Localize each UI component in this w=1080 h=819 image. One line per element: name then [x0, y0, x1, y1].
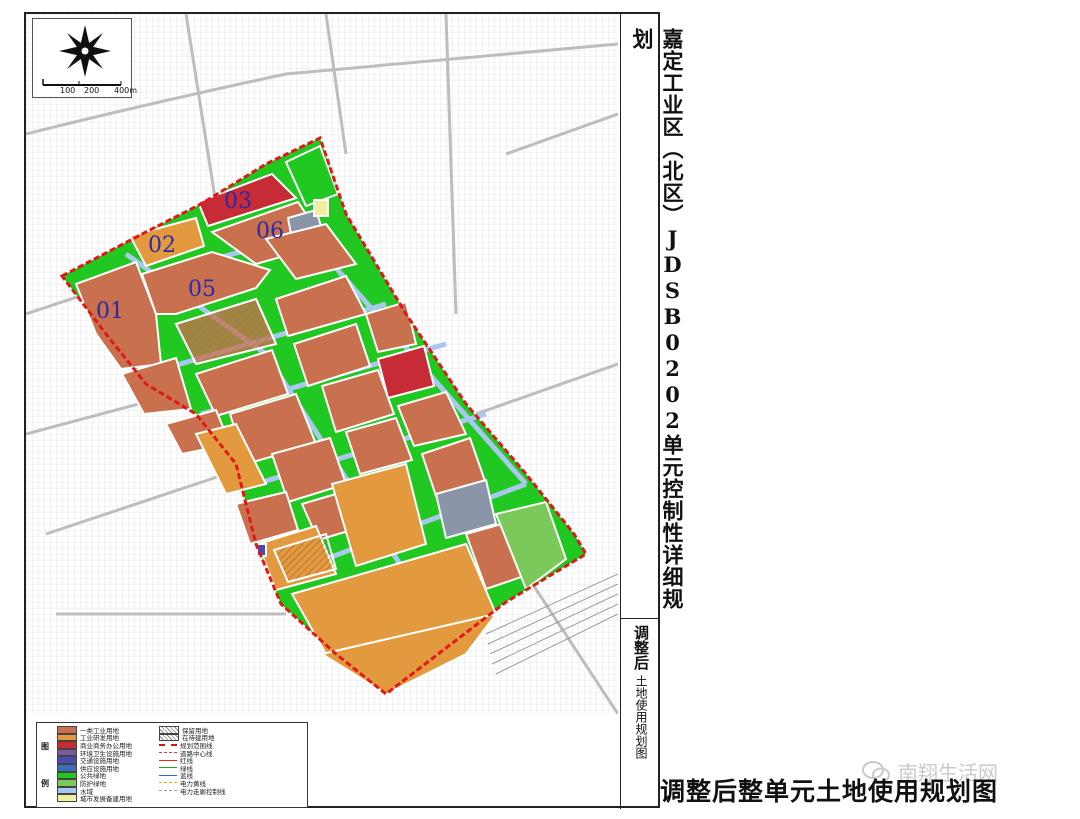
legend-left-column: 一类工业用地 工业研发用地 商业商务办公用地 环境卫生设施用地 交通设施用地 供应设施用地…	[57, 726, 132, 804]
legend: 图 例 一类工业用地 工业研发用地 商业商务办公用地 环境卫生设施用地 交通设施用地 供应…	[36, 722, 308, 808]
legend-swatch	[159, 782, 177, 784]
legend-swatch	[159, 726, 179, 734]
legend-swatch	[57, 726, 77, 734]
legend-swatch	[57, 756, 77, 764]
land-use-map: 01 02 03 05 06	[26, 14, 618, 714]
side-subtitle-sub: 土地使用规划图	[634, 675, 648, 759]
legend-swatch	[57, 779, 77, 787]
legend-title-bottom: 例	[41, 779, 49, 788]
legend-item: 城市发展备建用地	[57, 794, 132, 804]
legend-swatch	[57, 764, 77, 772]
legend-title-top: 图	[41, 742, 49, 751]
legend-swatch	[159, 733, 179, 742]
parcel-label-02: 02	[148, 233, 176, 258]
legend-swatch	[57, 733, 77, 742]
legend-swatch	[57, 771, 77, 780]
side-title-panel: 嘉定工业区（北区）JDSB0202单元控制性详细规划	[620, 14, 685, 618]
scale-label-100: 100	[60, 86, 76, 95]
side-title: 嘉定工业区（北区）JDSB0202单元控制性详细规划	[630, 28, 685, 610]
legend-item: 电力走廊控制线	[159, 787, 226, 796]
legend-swatch	[159, 752, 177, 754]
side-subtitle-panel: 调整后 土地使用规划图	[620, 618, 659, 809]
legend-swatch	[57, 741, 77, 749]
bottom-caption: 调整后整单元土地使用规划图	[660, 777, 999, 806]
legend-swatch	[159, 774, 177, 776]
parcel-label-05: 05	[188, 277, 216, 302]
legend-swatch	[159, 743, 177, 746]
legend-swatch	[159, 767, 177, 769]
side-subtitle-main: 调整后	[632, 625, 650, 670]
legend-label: 城市发展备建用地	[80, 795, 132, 804]
legend-right-column: 保留用地 在待建用地 规划范围线 道路中心线 红线 绿线 蓝线 电力黄线 电力走廊控制线	[159, 726, 226, 796]
legend-swatch	[159, 759, 177, 761]
parcel-label-06: 06	[256, 219, 284, 244]
scale-label-200: 200	[84, 86, 100, 95]
legend-swatch	[57, 794, 77, 802]
legend-label: 电力走廊控制线	[180, 787, 226, 796]
small-yellow-parcel	[313, 199, 329, 217]
legend-item: 防护绿地	[57, 779, 132, 788]
legend-swatch	[57, 748, 77, 757]
scale-label-400: 400m	[114, 86, 138, 95]
legend-swatch	[57, 786, 77, 795]
parcel-label-03: 03	[224, 189, 252, 214]
legend-title: 图 例	[41, 741, 49, 789]
parcel-label-01: 01	[96, 299, 124, 324]
legend-swatch	[159, 790, 177, 792]
